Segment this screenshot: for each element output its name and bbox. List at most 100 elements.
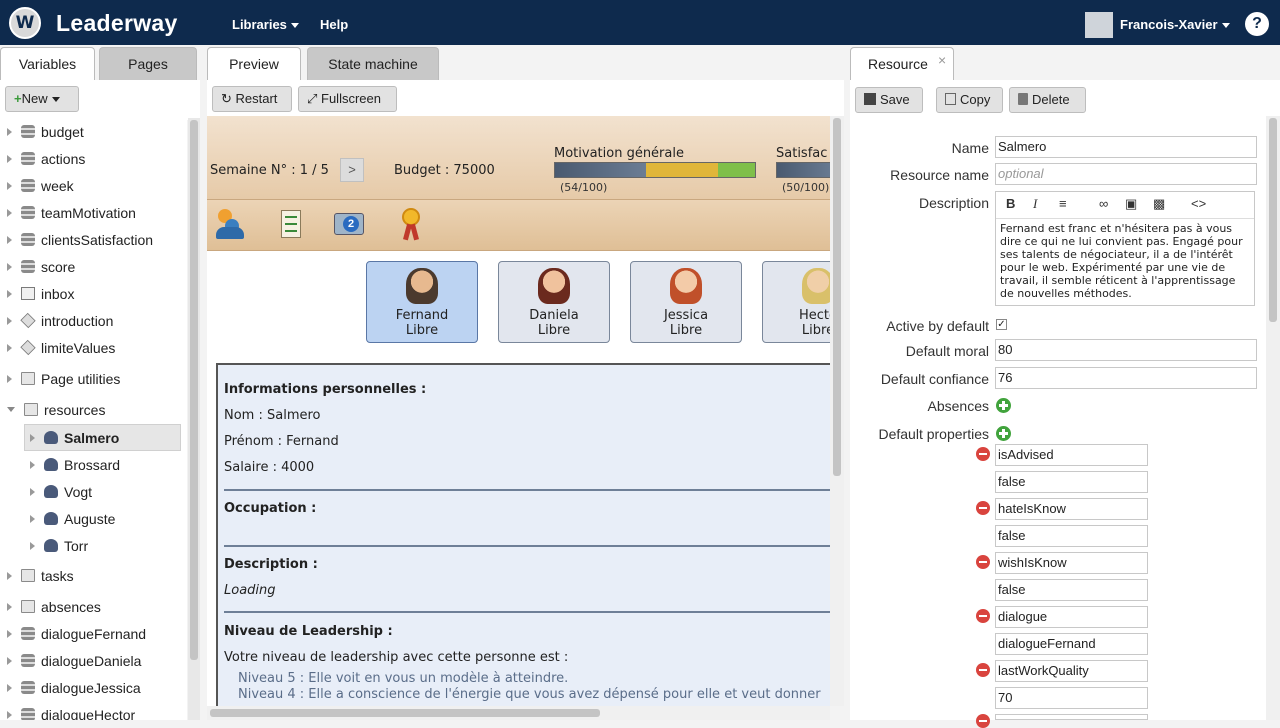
expand-icon[interactable] [30, 541, 35, 550]
expand-icon[interactable] [30, 460, 35, 469]
tab-state-machine[interactable]: State machine [307, 47, 439, 80]
tree-item-limitevalues[interactable]: limiteValues [7, 334, 115, 361]
tree-item-clientssatisfaction[interactable]: clientsSatisfaction [7, 226, 153, 253]
expand-icon[interactable] [7, 629, 12, 638]
fullscreen-button[interactable]: ⤢ Fullscreen [298, 86, 397, 112]
expand-icon[interactable] [7, 127, 12, 136]
property-key-field[interactable]: wishIsKnow [995, 552, 1148, 574]
tree-item-tasks[interactable]: tasks [7, 562, 74, 589]
tree-scroll-thumb[interactable] [190, 120, 198, 660]
preview-vscroll-thumb[interactable] [833, 118, 841, 476]
list-icon[interactable]: ≡ [1059, 196, 1067, 211]
code-icon[interactable]: <> [1191, 196, 1206, 211]
tree-item-inbox[interactable]: inbox [7, 280, 74, 307]
help-menu[interactable]: Help [320, 17, 348, 32]
property-key-field[interactable]: isAdvised [995, 444, 1148, 466]
tree-item-score[interactable]: score [7, 253, 75, 280]
character-card-hector[interactable]: Hecto Libre [762, 261, 830, 343]
expand-icon[interactable] [7, 656, 12, 665]
tree-item-teammotivation[interactable]: teamMotivation [7, 199, 136, 226]
resource-scroll-thumb[interactable] [1269, 118, 1277, 322]
remove-property-icon[interactable] [976, 714, 990, 728]
mail-icon[interactable]: 2 [334, 213, 364, 235]
tab-variables[interactable]: Variables [0, 47, 95, 81]
expand-icon[interactable] [7, 683, 12, 692]
add-absence-icon[interactable] [996, 398, 1011, 413]
help-icon[interactable]: ? [1245, 12, 1269, 36]
remove-property-icon[interactable] [976, 609, 990, 623]
new-button[interactable]: +New [5, 86, 79, 112]
tab-resource[interactable]: Resource × [850, 47, 954, 81]
remove-property-icon[interactable] [976, 501, 990, 515]
expand-icon[interactable] [7, 602, 12, 611]
tree-item-brossard[interactable]: Brossard [30, 451, 120, 478]
remove-property-icon[interactable] [976, 555, 990, 569]
expand-icon[interactable] [7, 154, 12, 163]
character-card-daniela[interactable]: Daniela Libre [498, 261, 610, 343]
link-icon[interactable]: ∞ [1099, 196, 1108, 211]
tree-item-actions[interactable]: actions [7, 145, 85, 172]
description-editor[interactable]: B I ≡ ∞ ▣ ▩ <> Fernand est franc et n'hé… [995, 191, 1255, 306]
default-confiance-field[interactable]: 76 [995, 367, 1257, 389]
restart-button[interactable]: ↻ Restart [212, 86, 292, 112]
property-key-field[interactable]: dialogue [995, 606, 1148, 628]
character-card-fernand[interactable]: Fernand Libre [366, 261, 478, 343]
name-field[interactable]: Salmero [995, 136, 1257, 158]
tree-item-budget[interactable]: budget [7, 118, 84, 145]
libraries-menu[interactable]: Libraries [232, 17, 299, 32]
user-menu[interactable]: Francois-Xavier [1120, 17, 1230, 32]
add-property-icon[interactable] [996, 426, 1011, 441]
tree-scrollbar[interactable] [188, 118, 200, 720]
tree-item-absences[interactable]: absences [7, 593, 101, 620]
resource-name-field[interactable]: optional [995, 163, 1257, 185]
property-key-field[interactable] [995, 714, 1148, 720]
property-key-field[interactable]: hateIsKnow [995, 498, 1148, 520]
remove-property-icon[interactable] [976, 663, 990, 677]
expand-icon[interactable] [30, 487, 35, 496]
property-value-field[interactable]: false [995, 471, 1148, 493]
preview-vscrollbar[interactable] [830, 116, 844, 706]
tree-item-dialoguejessica[interactable]: dialogueJessica [7, 674, 141, 701]
tree-item-dialoguedaniela[interactable]: dialogueDaniela [7, 647, 141, 674]
delete-button[interactable]: Delete [1009, 87, 1086, 113]
expand-icon[interactable] [7, 343, 12, 352]
app-title[interactable]: Leaderway [56, 10, 178, 37]
tree-item-salmero[interactable]: Salmero [30, 424, 119, 451]
app-logo-icon[interactable]: W [9, 7, 41, 39]
image-icon[interactable]: ▣ [1125, 196, 1137, 212]
expand-icon[interactable] [7, 289, 12, 298]
next-week-button[interactable]: > [340, 158, 364, 182]
property-value-field[interactable]: false [995, 525, 1148, 547]
tree-item-torr[interactable]: Torr [30, 532, 88, 559]
expand-icon[interactable] [7, 235, 12, 244]
bold-icon[interactable]: B [1006, 196, 1015, 211]
media-icon[interactable]: ▩ [1153, 196, 1165, 212]
property-value-field[interactable]: false [995, 579, 1148, 601]
preview-hscroll-thumb[interactable] [210, 709, 600, 717]
tree-item-auguste[interactable]: Auguste [30, 505, 115, 532]
save-button[interactable]: Save [855, 87, 923, 113]
expand-icon[interactable] [7, 710, 12, 719]
tree-item-resources[interactable]: resources [7, 396, 105, 423]
expand-icon[interactable] [7, 316, 12, 325]
italic-icon[interactable]: I [1033, 196, 1037, 212]
tab-preview[interactable]: Preview [207, 47, 301, 81]
team-icon[interactable] [216, 209, 246, 241]
expand-icon[interactable] [7, 262, 12, 271]
tasks-icon[interactable] [281, 210, 301, 238]
expand-icon[interactable] [7, 181, 12, 190]
resource-scrollbar[interactable] [1266, 116, 1280, 720]
property-value-field[interactable]: 70 [995, 687, 1148, 709]
avatar[interactable] [1085, 12, 1113, 38]
expand-icon[interactable] [7, 571, 12, 580]
tree-item-introduction[interactable]: introduction [7, 307, 113, 334]
award-icon[interactable] [400, 208, 422, 242]
tree-item-dialoguefernand[interactable]: dialogueFernand [7, 620, 146, 647]
tree-item-vogt[interactable]: Vogt [30, 478, 92, 505]
property-key-field[interactable]: lastWorkQuality [995, 660, 1148, 682]
character-card-jessica[interactable]: Jessica Libre [630, 261, 742, 343]
expand-icon[interactable] [30, 433, 35, 442]
description-text[interactable]: Fernand est franc et n'hésitera pas à vo… [1000, 222, 1250, 300]
expand-icon[interactable] [7, 407, 15, 412]
property-value-field[interactable]: dialogueFernand [995, 633, 1148, 655]
